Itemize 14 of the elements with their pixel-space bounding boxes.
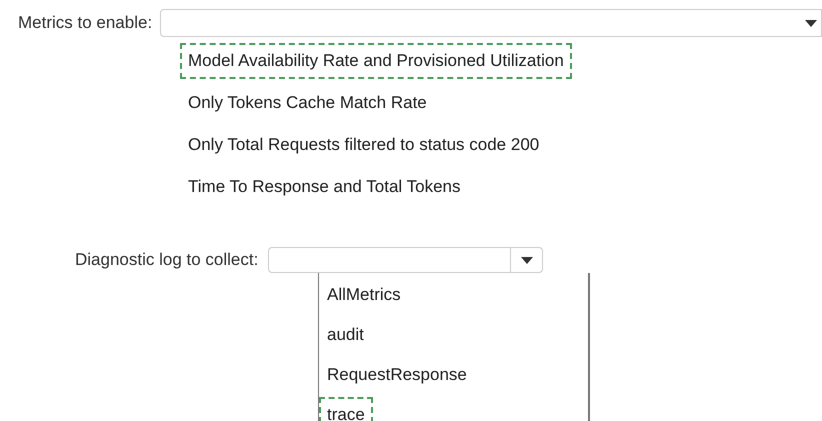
field-label: Metrics to enable: bbox=[18, 12, 152, 34]
dropdown-option[interactable]: AllMetrics bbox=[319, 277, 409, 313]
caret-icon bbox=[805, 20, 817, 26]
dropdown-option[interactable]: Only Total Requests filtered to status code 200 bbox=[180, 127, 548, 163]
field-label: Diagnostic log to collect: bbox=[75, 249, 258, 272]
dropdown-option[interactable]: RequestResponse bbox=[319, 357, 475, 393]
dropdown-option[interactable]: Time To Response and Total Tokens bbox=[180, 169, 468, 205]
dropdown-option[interactable]: Only Tokens Cache Match Rate bbox=[180, 85, 435, 121]
caret-icon bbox=[520, 256, 533, 264]
dropdown-option[interactable]: trace bbox=[319, 397, 373, 421]
dropdown-option[interactable]: Model Availability Rate and Provisioned Utilization bbox=[180, 43, 572, 79]
dropdown-field[interactable] bbox=[268, 247, 544, 273]
dropdown-field[interactable] bbox=[160, 9, 822, 37]
dropdown-option[interactable]: audit bbox=[319, 317, 372, 353]
